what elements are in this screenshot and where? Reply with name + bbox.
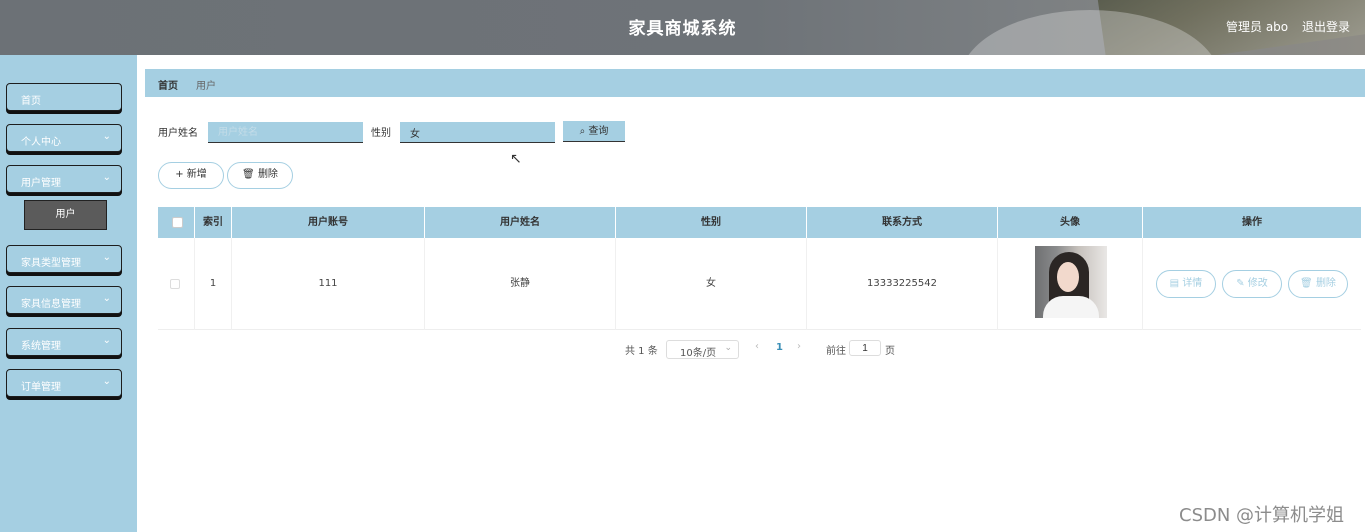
admin-label: 管理员 abo — [1226, 20, 1289, 34]
select-all-checkbox[interactable] — [172, 217, 183, 228]
sidebar-item-label: 用户管理 — [21, 178, 61, 189]
cell-gender: 女 — [616, 238, 807, 330]
watermark: CSDN @计算机学姐 — [1179, 505, 1345, 526]
breadcrumb: 首页 用户 — [145, 69, 1365, 97]
detail-button-label: 详情 — [1182, 278, 1203, 289]
next-page-icon[interactable]: › — [797, 341, 801, 352]
cell-index: 1 — [195, 238, 232, 330]
breadcrumb-current: 用户 — [196, 81, 216, 92]
sidebar-item-system[interactable]: 系统管理 ⌄ — [6, 328, 122, 356]
app-title: 家具商城系统 — [628, 19, 737, 39]
chevron-down-icon: ⌄ — [102, 172, 111, 183]
delete-button-label: 删除 — [257, 169, 278, 180]
document-icon: ▤ — [1169, 278, 1180, 289]
trash-icon: 🗑 — [242, 169, 255, 180]
goto-page-input[interactable] — [849, 340, 881, 356]
search-icon: ⌕ — [579, 126, 586, 137]
name-search-input[interactable] — [208, 122, 363, 143]
sidebar-item-label: 家具类型管理 — [21, 258, 81, 269]
row-checkbox-cell — [158, 238, 195, 330]
query-button-label: 查询 — [588, 126, 609, 137]
sidebar-item-label: 系统管理 — [21, 341, 61, 352]
sidebar-item-personal-center[interactable]: 个人中心 ⌄ — [6, 124, 122, 152]
gender-label: 性别 — [371, 128, 391, 139]
sidebar-item-label: 订单管理 — [21, 382, 61, 393]
total-count: 共 1 条 — [625, 346, 658, 357]
chevron-down-icon: ⌄ — [102, 252, 111, 263]
chevron-down-icon: ⌄ — [102, 335, 111, 346]
table-header: 索引 用户账号 用户姓名 性别 联系方式 头像 操作 — [158, 207, 1361, 238]
sidebar-item-user-management[interactable]: 用户管理 ⌄ — [6, 165, 122, 193]
avatar — [1035, 246, 1107, 318]
logout-link[interactable]: 退出登录 — [1302, 18, 1350, 35]
pencil-icon: ✎ — [1236, 278, 1245, 289]
query-button[interactable]: ⌕ 查询 — [563, 121, 625, 142]
mouse-cursor-icon: ↖ — [510, 151, 522, 167]
column-header: 操作 — [1242, 217, 1262, 228]
sidebar-item-label: 家具信息管理 — [21, 299, 81, 310]
row-checkbox[interactable] — [170, 279, 180, 289]
gender-search-input[interactable] — [400, 122, 555, 143]
prev-page-icon[interactable]: ‹ — [755, 341, 759, 352]
sidebar-item-orders[interactable]: 订单管理 ⌄ — [6, 369, 122, 397]
column-header: 性别 — [616, 207, 807, 238]
cell-account: 111 — [232, 238, 425, 330]
trash-icon: 🗑 — [1300, 278, 1313, 289]
edit-button-label: 修改 — [1247, 278, 1268, 289]
top-header: 家具商城系统 管理员 abo 退出登录 — [0, 0, 1365, 55]
page-size-select[interactable]: 10条/页 ⌄ — [666, 340, 739, 359]
chevron-down-icon: ⌄ — [724, 343, 732, 353]
column-header: 联系方式 — [807, 207, 998, 238]
sidebar-subitem-users[interactable]: 用户 — [24, 200, 107, 230]
chevron-down-icon: ⌄ — [102, 131, 111, 142]
chevron-down-icon: ⌄ — [102, 293, 111, 304]
column-header: 用户姓名 — [425, 207, 616, 238]
sidebar-item-furniture-info[interactable]: 家具信息管理 ⌄ — [6, 286, 122, 314]
detail-button[interactable]: ▤ 详情 — [1156, 270, 1216, 298]
breadcrumb-home[interactable]: 首页 — [158, 77, 178, 92]
current-page[interactable]: 1 — [776, 342, 783, 353]
sidebar-item-label: 首页 — [21, 96, 41, 107]
row-delete-button-label: 删除 — [1315, 278, 1336, 289]
page-unit-label: 页 — [885, 346, 895, 357]
plus-icon: + — [175, 169, 184, 180]
name-label: 用户姓名 — [158, 128, 198, 139]
column-header: 头像 — [998, 207, 1143, 238]
sidebar-item-label: 个人中心 — [21, 137, 61, 148]
cell-phone: 13333225542 — [807, 238, 998, 330]
delete-button[interactable]: 🗑 删除 — [227, 162, 293, 189]
chevron-down-icon: ⌄ — [102, 376, 111, 387]
edit-button[interactable]: ✎ 修改 — [1222, 270, 1282, 298]
row-delete-button[interactable]: 🗑 删除 — [1288, 270, 1348, 298]
add-button-label: 新增 — [186, 169, 207, 180]
sidebar-item-home[interactable]: 首页 — [6, 83, 122, 111]
add-button[interactable]: + 新增 — [158, 162, 224, 189]
sidebar-item-furniture-type[interactable]: 家具类型管理 ⌄ — [6, 245, 122, 273]
column-header: 索引 — [195, 207, 232, 238]
header-checkbox-cell — [158, 207, 195, 238]
page-size-value: 10条/页 — [680, 348, 717, 359]
column-header: 用户账号 — [232, 207, 425, 238]
goto-label: 前往 — [826, 346, 846, 357]
cell-name: 张静 — [425, 238, 616, 330]
table-row: 1 111 张静 女 13333225542 ▤ 详情 ✎ 修改 🗑 删除 — [158, 238, 1361, 330]
